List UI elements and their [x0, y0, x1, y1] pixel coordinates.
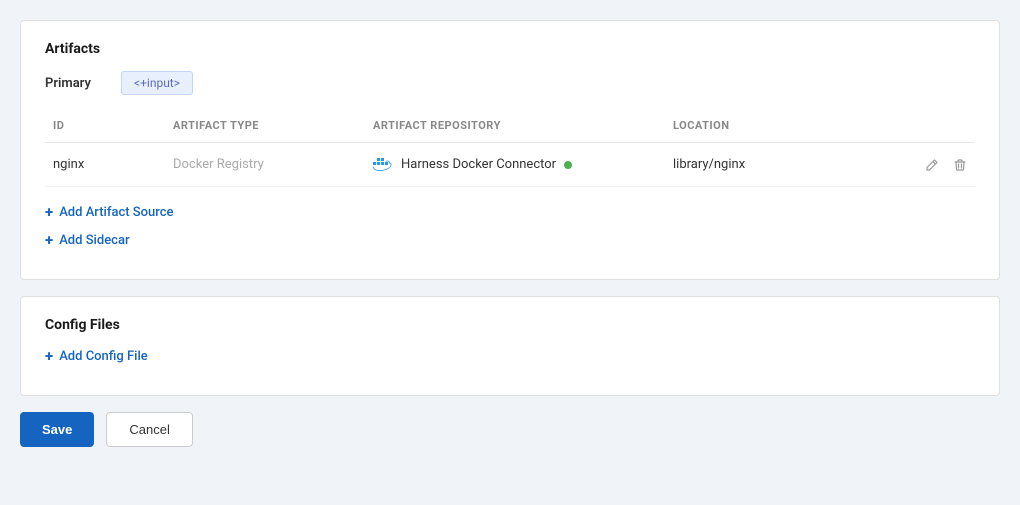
artifacts-section: Artifacts Primary <+input> ID ARTIFACT T… [20, 20, 1000, 280]
footer-actions: Save Cancel [20, 412, 1000, 447]
row-artifact-type: Docker Registry [165, 143, 365, 187]
delete-icon[interactable] [953, 158, 967, 172]
add-config-label: Add Config File [59, 349, 148, 364]
artifacts-table: ID ARTIFACT TYPE ARTIFACT REPOSITORY LOC… [45, 113, 975, 187]
repo-name: Harness Docker Connector [401, 157, 556, 172]
save-button[interactable]: Save [20, 412, 94, 447]
add-config-file-link[interactable]: + Add Config File [45, 347, 975, 365]
table-row: nginx Docker Registry [45, 143, 975, 187]
docker-icon [373, 158, 393, 172]
config-files-section: Config Files + Add Config File [20, 296, 1000, 396]
col-header-repo: ARTIFACT REPOSITORY [365, 113, 665, 143]
primary-row: Primary <+input> [45, 71, 975, 95]
add-sidecar-link[interactable]: + Add Sidecar [45, 231, 975, 249]
edit-icon[interactable] [925, 158, 939, 172]
add-sidecar-plus-icon: + [45, 231, 53, 249]
add-sidecar-label: Add Sidecar [59, 233, 129, 248]
status-indicator [564, 161, 572, 169]
col-header-actions [895, 113, 975, 143]
artifacts-title: Artifacts [45, 41, 975, 57]
add-artifact-label: Add Artifact Source [59, 205, 173, 220]
add-config-plus-icon: + [45, 347, 53, 365]
add-artifact-source-link[interactable]: + Add Artifact Source [45, 203, 975, 221]
row-artifact-repo: Harness Docker Connector [365, 143, 665, 187]
add-artifact-plus-icon: + [45, 203, 53, 221]
primary-label: Primary [45, 76, 105, 91]
table-header-row: ID ARTIFACT TYPE ARTIFACT REPOSITORY LOC… [45, 113, 975, 143]
cancel-button[interactable]: Cancel [106, 412, 192, 447]
page: Artifacts Primary <+input> ID ARTIFACT T… [0, 0, 1020, 505]
col-header-id: ID [45, 113, 165, 143]
row-id: nginx [45, 143, 165, 187]
primary-input-tag[interactable]: <+input> [121, 71, 193, 95]
row-location: library/nginx [665, 143, 895, 187]
col-header-location: LOCATION [665, 113, 895, 143]
col-header-type: ARTIFACT TYPE [165, 113, 365, 143]
config-files-title: Config Files [45, 317, 975, 333]
row-actions [895, 143, 975, 187]
